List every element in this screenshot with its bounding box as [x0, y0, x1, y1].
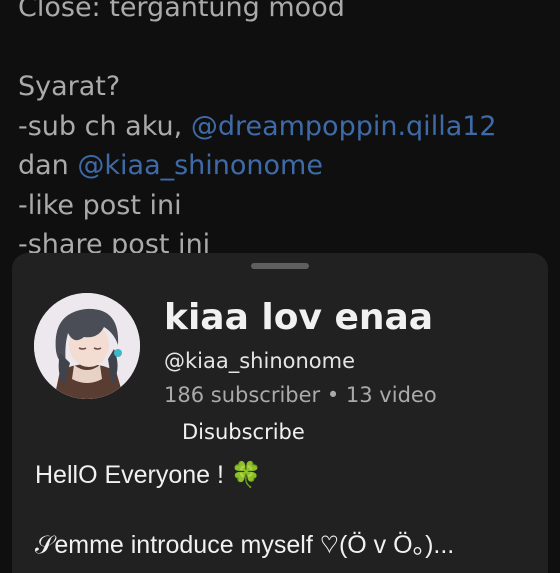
post-line: -sub ch aku, @dreampoppin.qilla12 [18, 107, 548, 147]
channel-name: kiaa lov enaa [164, 297, 434, 338]
post-line-blank [18, 28, 548, 68]
description-line-blank [35, 493, 535, 528]
post-line: -like post ini [18, 189, 182, 221]
post-line-prefix: -sub ch aku, [18, 110, 191, 142]
post-line: Syarat? [18, 71, 121, 102]
channel-handle: @kiaa_shinonome [164, 349, 356, 373]
channel-avatar[interactable] [34, 293, 140, 399]
description-line: HellO Everyone ! 🍀 [35, 458, 535, 493]
channel-bottom-sheet: kiaa lov enaa @kiaa_shinonome 186 subscr… [12, 253, 548, 573]
mention-link-kiaa[interactable]: @kiaa_shinonome [77, 150, 323, 181]
post-line: Close: tergantung mood [18, 0, 345, 23]
description-text: HellO Everyone ! [35, 461, 231, 489]
post-line: dan @kiaa_shinonome [18, 146, 548, 186]
unsubscribe-button[interactable]: Disubscribe [170, 415, 317, 449]
channel-stats: 186 subscriber • 13 video [164, 383, 437, 407]
drag-handle[interactable] [251, 263, 309, 269]
post-text: Close: tergantung mood Syarat? -sub ch a… [18, 0, 548, 265]
channel-description: HellO Everyone ! 🍀 𝒮emme introduce mysel… [35, 458, 535, 563]
avatar-illustration [34, 293, 140, 399]
post-line-prefix: dan [18, 150, 78, 181]
mention-link-dreampoppin[interactable]: @dreampoppin.qilla12 [191, 111, 497, 142]
clover-icon: 🍀 [230, 461, 263, 489]
description-line[interactable]: 𝒮emme introduce myself ♡(Ö v Ö。)... [35, 528, 535, 563]
